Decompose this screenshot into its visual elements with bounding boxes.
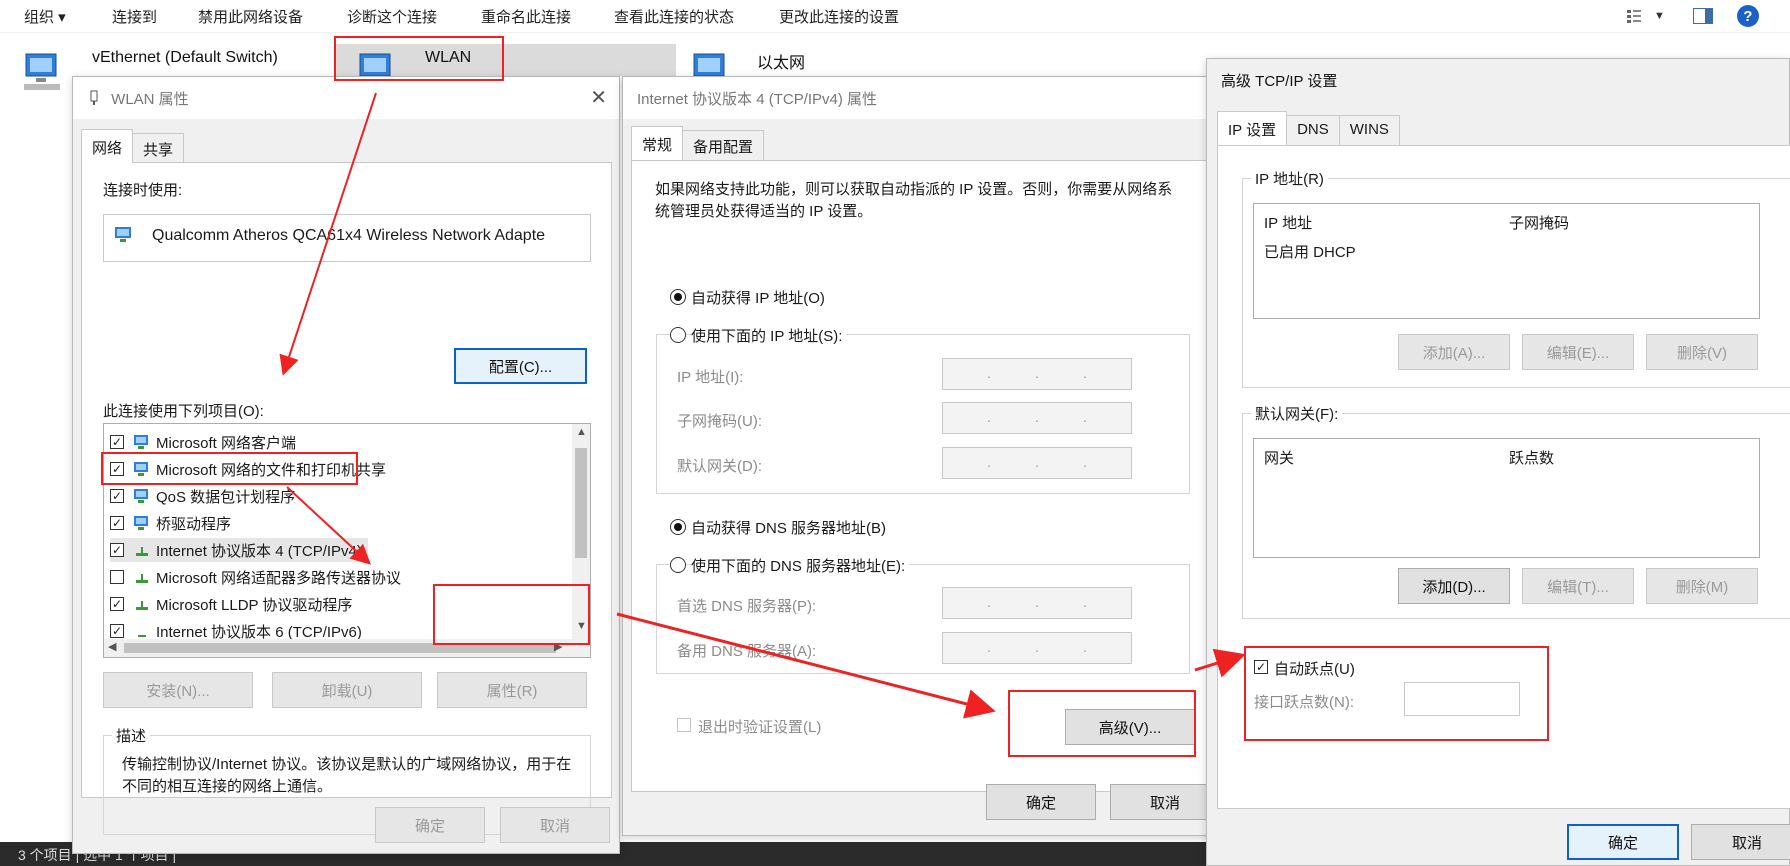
tab-general[interactable]: 常规 [631, 126, 684, 160]
arrow-advanced-to-metric [1194, 648, 1246, 678]
arrow-ipv4-to-properties [286, 486, 371, 565]
annotation-arrows [279, 92, 1246, 719]
arrow-wlan-to-ipv4 [279, 92, 377, 376]
tab-network[interactable]: 网络 [81, 129, 134, 163]
tab-ip-settings[interactable]: IP 设置 [1217, 111, 1288, 145]
arrow-properties-to-advanced [616, 612, 996, 719]
